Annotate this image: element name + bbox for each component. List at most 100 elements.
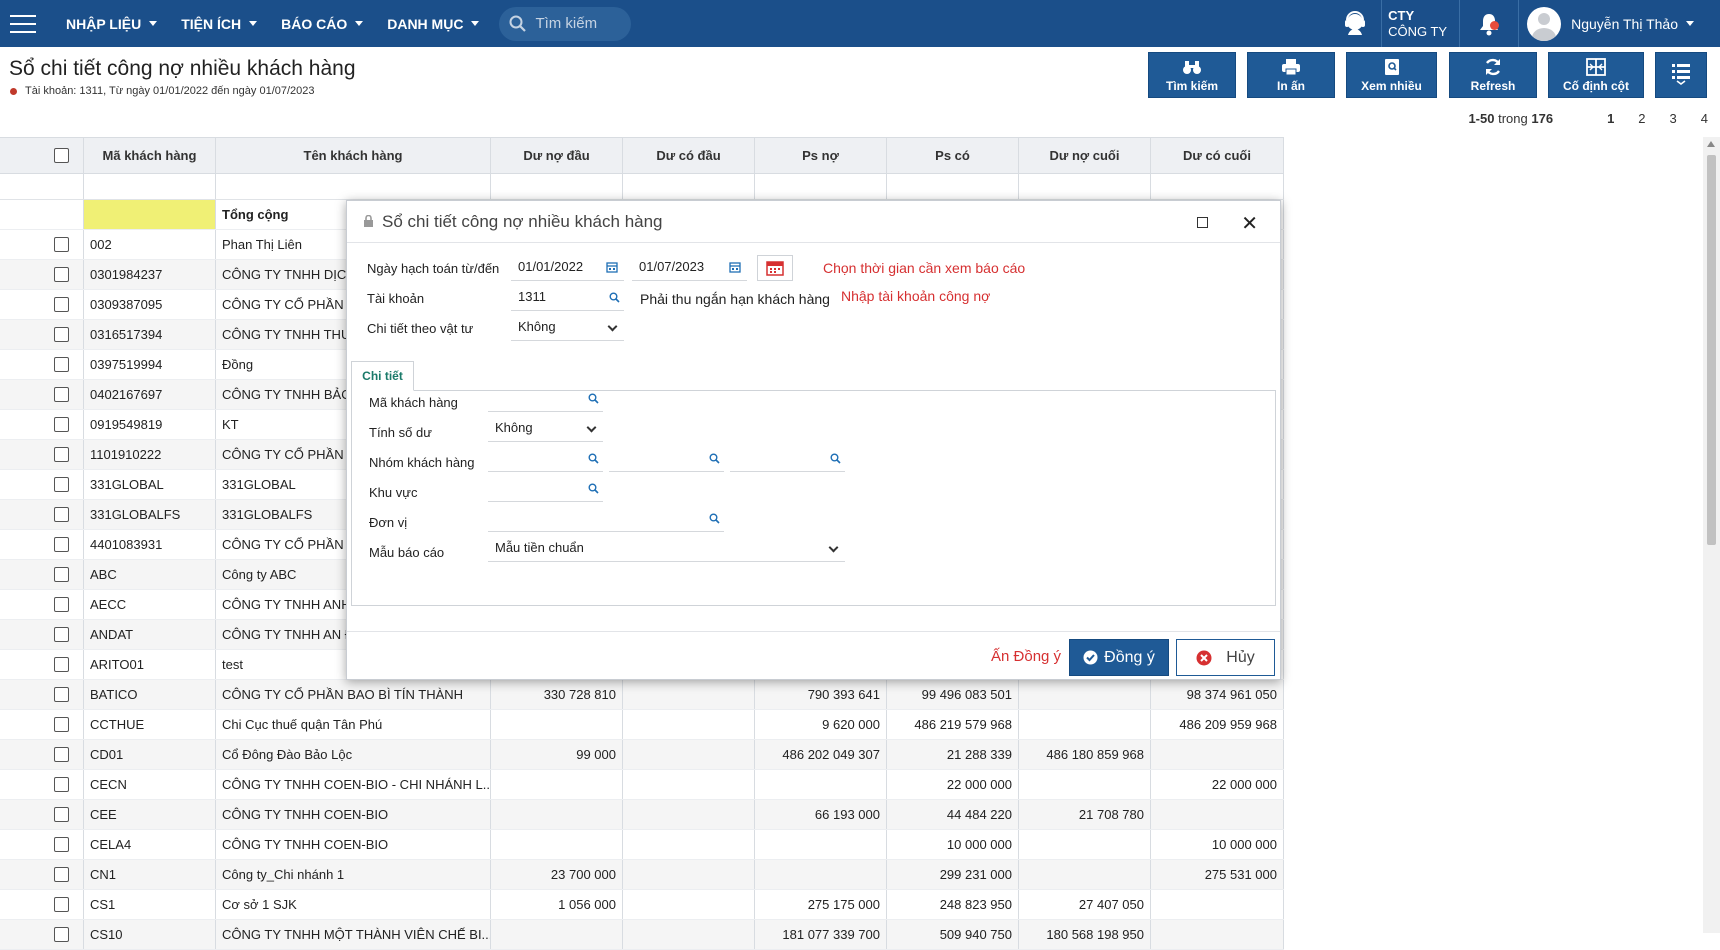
refresh-button[interactable]: Refresh	[1449, 52, 1537, 98]
date-from-input[interactable]: 01/01/2022	[511, 253, 624, 281]
account-input[interactable]: 1311	[511, 283, 624, 311]
row-checkbox-cell[interactable]	[40, 380, 84, 409]
search-icon[interactable]	[588, 393, 599, 404]
col-header-du-co-dau[interactable]: Dư có đầu	[623, 138, 755, 173]
row-checkbox-cell[interactable]	[40, 620, 84, 649]
row-checkbox-cell[interactable]	[40, 260, 84, 289]
row-checkbox-cell[interactable]	[40, 800, 84, 829]
unit-input[interactable]	[488, 504, 724, 532]
menu-danh-muc[interactable]: DANH MỤC	[375, 0, 491, 47]
row-checkbox[interactable]	[54, 897, 69, 912]
row-checkbox[interactable]	[54, 837, 69, 852]
calendar-icon[interactable]	[729, 261, 741, 273]
row-checkbox[interactable]	[54, 537, 69, 552]
row-checkbox[interactable]	[54, 417, 69, 432]
support-icon[interactable]	[1329, 10, 1381, 37]
vertical-scrollbar[interactable]	[1703, 137, 1720, 933]
hamburger-menu-icon[interactable]	[10, 14, 36, 33]
row-checkbox[interactable]	[54, 657, 69, 672]
row-checkbox[interactable]	[54, 237, 69, 252]
row-checkbox-cell[interactable]	[40, 890, 84, 919]
table-row[interactable]: CS1 Cơ sở 1 SJK 1 056 000 275 175 000 248 82…	[0, 890, 1284, 920]
customer-code-input[interactable]	[488, 384, 603, 412]
date-picker-button[interactable]	[757, 255, 793, 281]
search-icon[interactable]	[709, 513, 720, 524]
view-many-button[interactable]: Xem nhiều	[1346, 52, 1437, 98]
row-checkbox[interactable]	[54, 807, 69, 822]
search-icon[interactable]	[588, 483, 599, 494]
detail-by-item-select[interactable]: Không	[511, 313, 624, 341]
balance-select[interactable]: Không	[488, 414, 603, 442]
row-checkbox[interactable]	[54, 507, 69, 522]
row-checkbox-cell[interactable]	[40, 830, 84, 859]
table-row[interactable]: CS10 CÔNG TY TNHH MỘT THÀNH VIÊN CHẾ BI..…	[0, 920, 1284, 950]
notification-bell-icon[interactable]	[1460, 12, 1518, 36]
col-header-du-no-cuoi[interactable]: Dư nợ cuối	[1019, 138, 1151, 173]
row-checkbox-cell[interactable]	[40, 530, 84, 559]
row-checkbox[interactable]	[54, 477, 69, 492]
scroll-up-arrow-icon[interactable]	[1707, 141, 1715, 147]
tab-chi-tiet[interactable]: Chi tiết	[351, 361, 414, 391]
table-row[interactable]: CD01 Cổ Đông Đào Bảo Lộc 99 000 486 202 049…	[0, 740, 1284, 770]
calendar-icon[interactable]	[606, 261, 618, 273]
page-1[interactable]: 1	[1607, 111, 1614, 126]
col-header-du-no-dau[interactable]: Dư nợ đầu	[491, 138, 623, 173]
page-4[interactable]: 4	[1701, 111, 1708, 126]
table-row[interactable]: CEE CÔNG TY TNHH COEN-BIO 66 193 000 44 484…	[0, 800, 1284, 830]
row-checkbox-cell[interactable]	[40, 470, 84, 499]
menu-nhap-lieu[interactable]: NHẬP LIỆU	[54, 0, 169, 47]
row-checkbox[interactable]	[54, 567, 69, 582]
search-icon[interactable]	[588, 453, 599, 464]
ok-button[interactable]: Đồng ý	[1069, 639, 1169, 676]
row-checkbox-cell[interactable]	[40, 440, 84, 469]
table-row[interactable]: CCTHUE Chi Cục thuế quận Tân Phú 9 620 000…	[0, 710, 1284, 740]
customer-group-3-input[interactable]	[730, 444, 845, 472]
area-input[interactable]	[488, 474, 603, 502]
row-checkbox-cell[interactable]	[40, 770, 84, 799]
row-checkbox-cell[interactable]	[40, 350, 84, 379]
template-select[interactable]: Mẫu tiền chuẩn	[488, 534, 845, 562]
row-checkbox-cell[interactable]	[40, 290, 84, 319]
col-header-ten-khach-hang[interactable]: Tên khách hàng	[216, 138, 491, 173]
page-3[interactable]: 3	[1670, 111, 1677, 126]
row-checkbox[interactable]	[54, 687, 69, 702]
row-checkbox[interactable]	[54, 357, 69, 372]
date-to-input[interactable]: 01/07/2023	[632, 253, 747, 281]
col-header-ps-co[interactable]: Ps có	[887, 138, 1019, 173]
col-header-du-co-cuoi[interactable]: Dư có cuối	[1151, 138, 1284, 173]
search-icon[interactable]	[830, 453, 841, 464]
row-checkbox[interactable]	[54, 627, 69, 642]
row-checkbox-cell[interactable]	[40, 410, 84, 439]
pin-columns-button[interactable]: Cố định cột	[1548, 52, 1644, 98]
maximize-icon[interactable]	[1197, 217, 1208, 228]
row-checkbox-cell[interactable]	[40, 860, 84, 889]
row-checkbox-cell[interactable]	[40, 710, 84, 739]
search-input[interactable]: Tìm kiếm	[499, 6, 632, 41]
row-checkbox[interactable]	[54, 297, 69, 312]
filter-row[interactable]	[0, 174, 1284, 200]
row-checkbox-cell[interactable]	[40, 920, 84, 949]
company-switcher[interactable]: CTY CÔNG TY	[1382, 8, 1459, 40]
more-menu-button[interactable]	[1655, 52, 1707, 98]
row-checkbox-cell[interactable]	[40, 740, 84, 769]
row-checkbox[interactable]	[54, 597, 69, 612]
row-checkbox-cell[interactable]	[40, 230, 84, 259]
row-checkbox[interactable]	[54, 447, 69, 462]
row-checkbox[interactable]	[54, 327, 69, 342]
row-checkbox-cell[interactable]	[40, 320, 84, 349]
row-checkbox[interactable]	[54, 747, 69, 762]
user-menu[interactable]: Nguyễn Thị Thảo	[1519, 6, 1720, 41]
row-checkbox[interactable]	[54, 387, 69, 402]
search-icon[interactable]	[609, 292, 620, 303]
row-checkbox-cell[interactable]	[40, 680, 84, 709]
row-checkbox[interactable]	[54, 777, 69, 792]
row-checkbox-cell[interactable]	[40, 650, 84, 679]
select-all-checkbox[interactable]	[54, 148, 69, 163]
row-checkbox[interactable]	[54, 927, 69, 942]
customer-group-1-input[interactable]	[488, 444, 603, 472]
row-checkbox-cell[interactable]	[40, 500, 84, 529]
cancel-button[interactable]: Hủy	[1176, 639, 1275, 676]
table-row[interactable]: CECN CÔNG TY TNHH COEN-BIO - CHI NHÁNH L.…	[0, 770, 1284, 800]
table-row[interactable]: CELA4 CÔNG TY TNHH COEN-BIO 10 000 000 10 0…	[0, 830, 1284, 860]
menu-bao-cao[interactable]: BÁO CÁO	[269, 0, 375, 47]
